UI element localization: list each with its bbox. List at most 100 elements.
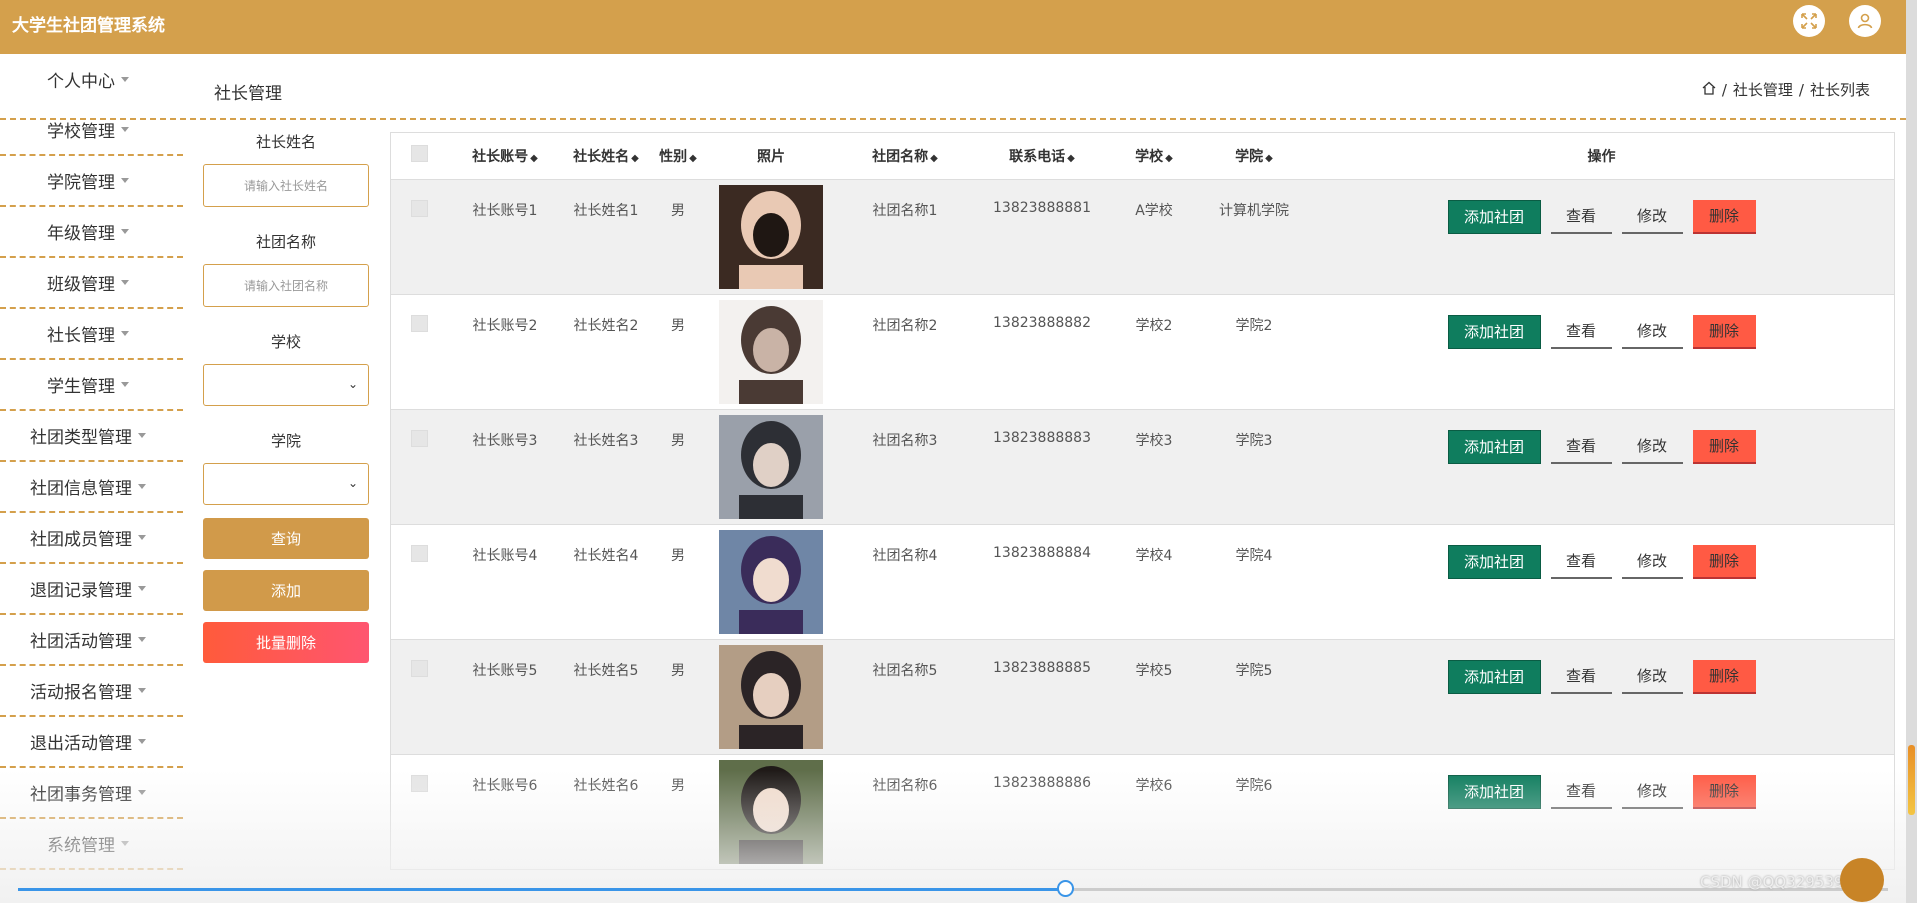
cell-gender: 男 [671, 662, 685, 679]
name-search-input[interactable]: 请输入社长姓名 [203, 164, 369, 207]
college-select[interactable]: ⌄ [203, 463, 369, 505]
sidebar-item-club-info[interactable]: 社团信息管理 [0, 462, 183, 513]
president-photo[interactable] [719, 529, 823, 634]
sort-icon[interactable]: ◆ [530, 153, 538, 164]
sidebar-item-label: 社团活动管理 [30, 632, 132, 652]
row-actions: 添加社团 查看 修改 删除 [1309, 774, 1894, 809]
sort-icon[interactable]: ◆ [631, 153, 639, 164]
video-progress-knob[interactable] [1057, 880, 1074, 897]
sidebar-item-activity-signup[interactable]: 活动报名管理 [0, 666, 183, 717]
president-table: 社长账号 ◆ 社长姓名 ◆ 性别 ◆ 照片 社团名称 ◆ 联系电话 ◆ 学校 ◆ 学院 ◆ 操… [390, 132, 1895, 870]
user-icon[interactable] [1849, 5, 1881, 37]
edit-button[interactable]: 修改 [1621, 315, 1683, 349]
delete-button[interactable]: 删除 [1692, 659, 1756, 694]
edit-button[interactable]: 修改 [1621, 545, 1683, 579]
delete-button[interactable]: 删除 [1692, 544, 1756, 579]
delete-button[interactable]: 删除 [1692, 774, 1756, 809]
column-header[interactable]: 社长账号 ◆ [447, 133, 563, 180]
edit-button[interactable]: 修改 [1621, 775, 1683, 809]
column-header-label: 学校 [1135, 148, 1164, 165]
column-header[interactable]: 联系电话 ◆ [975, 133, 1109, 180]
sidebar-item-personal-center[interactable]: 个人中心 [0, 54, 183, 105]
page-title: 社长管理 [214, 84, 282, 104]
delete-button[interactable]: 删除 [1692, 199, 1756, 234]
scrollbar-thumb[interactable] [1908, 745, 1915, 815]
column-header[interactable]: 社团名称 ◆ [835, 133, 975, 180]
cell-account: 社长账号2 [472, 317, 538, 334]
add-club-button[interactable]: 添加社团 [1447, 544, 1541, 579]
sidebar-item-grade[interactable]: 年级管理 [0, 207, 183, 258]
delete-button[interactable]: 删除 [1692, 429, 1756, 464]
row-checkbox[interactable] [410, 544, 428, 562]
edit-button[interactable]: 修改 [1621, 660, 1683, 694]
content-header: 社长管理 / 社长管理 / 社长列表 [185, 54, 1906, 120]
page-scrollbar[interactable] [1906, 0, 1917, 903]
president-photo[interactable] [719, 759, 823, 864]
president-photo[interactable] [719, 299, 823, 404]
batch-delete-button[interactable]: 批量删除 [203, 622, 369, 663]
column-header[interactable]: 学院 ◆ [1199, 133, 1309, 180]
sidebar-item-college[interactable]: 学院管理 [0, 156, 183, 207]
add-club-button[interactable]: 添加社团 [1447, 199, 1541, 234]
add-button[interactable]: 添加 [203, 570, 369, 611]
sidebar-item-club-member[interactable]: 社团成员管理 [0, 513, 183, 564]
add-club-button[interactable]: 添加社团 [1447, 774, 1541, 809]
chevron-down-icon [138, 586, 146, 591]
edit-button[interactable]: 修改 [1621, 430, 1683, 464]
school-select[interactable]: ⌄ [203, 364, 369, 406]
delete-button[interactable]: 删除 [1692, 314, 1756, 349]
sidebar-item-president[interactable]: 社长管理 [0, 309, 183, 360]
cell-school: 学校4 [1135, 547, 1173, 564]
president-photo[interactable] [719, 644, 823, 749]
club-filter-label: 社团名称 [255, 233, 316, 251]
sidebar-item-club-affairs[interactable]: 社团事务管理 [0, 768, 183, 819]
view-button[interactable]: 查看 [1550, 660, 1612, 694]
sidebar-item-class[interactable]: 班级管理 [0, 258, 183, 309]
sidebar-item-system[interactable]: 系统管理 [0, 819, 183, 870]
view-button[interactable]: 查看 [1550, 545, 1612, 579]
add-club-button[interactable]: 添加社团 [1447, 429, 1541, 464]
sidebar-item-school[interactable]: 学校管理 [0, 105, 183, 156]
sidebar-item-student[interactable]: 学生管理 [0, 360, 183, 411]
view-button[interactable]: 查看 [1550, 430, 1612, 464]
club-search-input[interactable]: 请输入社团名称 [203, 264, 369, 307]
sort-icon[interactable]: ◆ [1067, 153, 1075, 164]
select-all-checkbox[interactable] [410, 145, 428, 163]
home-icon[interactable] [1702, 81, 1716, 99]
column-header[interactable]: 学校 ◆ [1109, 133, 1199, 180]
add-club-button[interactable]: 添加社团 [1447, 314, 1541, 349]
sort-icon[interactable]: ◆ [689, 153, 697, 164]
sidebar-item-club-activity[interactable]: 社团活动管理 [0, 615, 183, 666]
sidebar: 个人中心 学校管理 学院管理 年级管理 班级管理 社长管理 学生管理 社团类型管… [0, 54, 185, 870]
sidebar-item-quit-activity[interactable]: 退出活动管理 [0, 717, 183, 768]
cell-club: 社团名称6 [872, 777, 938, 794]
column-header[interactable]: 性别 ◆ [649, 133, 707, 180]
fullscreen-icon[interactable] [1793, 5, 1825, 37]
view-button[interactable]: 查看 [1550, 315, 1612, 349]
president-photo[interactable] [719, 184, 823, 289]
row-checkbox[interactable] [410, 429, 428, 447]
column-header[interactable]: 社长姓名 ◆ [563, 133, 649, 180]
table-row: 社长账号4 社长姓名4 男 社团名称4 13823888884 学校4 学院4 添加社团 查看修… [391, 524, 1894, 639]
view-button[interactable]: 查看 [1550, 200, 1612, 234]
view-button[interactable]: 查看 [1550, 775, 1612, 809]
president-photo[interactable] [719, 414, 823, 519]
query-button[interactable]: 查询 [203, 518, 369, 559]
sidebar-item-club-type[interactable]: 社团类型管理 [0, 411, 183, 462]
sort-icon[interactable]: ◆ [930, 153, 938, 164]
chevron-down-icon [138, 484, 146, 489]
add-club-button[interactable]: 添加社团 [1447, 659, 1541, 694]
column-header-label: 社长姓名 [573, 148, 630, 165]
floating-assistant-icon[interactable] [1840, 858, 1884, 902]
edit-button[interactable]: 修改 [1621, 200, 1683, 234]
sort-icon[interactable]: ◆ [1165, 153, 1173, 164]
row-checkbox[interactable] [410, 774, 428, 792]
sort-icon[interactable]: ◆ [1265, 153, 1273, 164]
video-progress-fill [18, 888, 1065, 891]
breadcrumb-level1[interactable]: 社长管理 [1733, 79, 1793, 100]
row-checkbox[interactable] [410, 314, 428, 332]
row-checkbox[interactable] [410, 659, 428, 677]
row-actions: 添加社团 查看 修改 删除 [1309, 544, 1894, 579]
row-checkbox[interactable] [410, 199, 428, 217]
sidebar-item-quit-record[interactable]: 退团记录管理 [0, 564, 183, 615]
